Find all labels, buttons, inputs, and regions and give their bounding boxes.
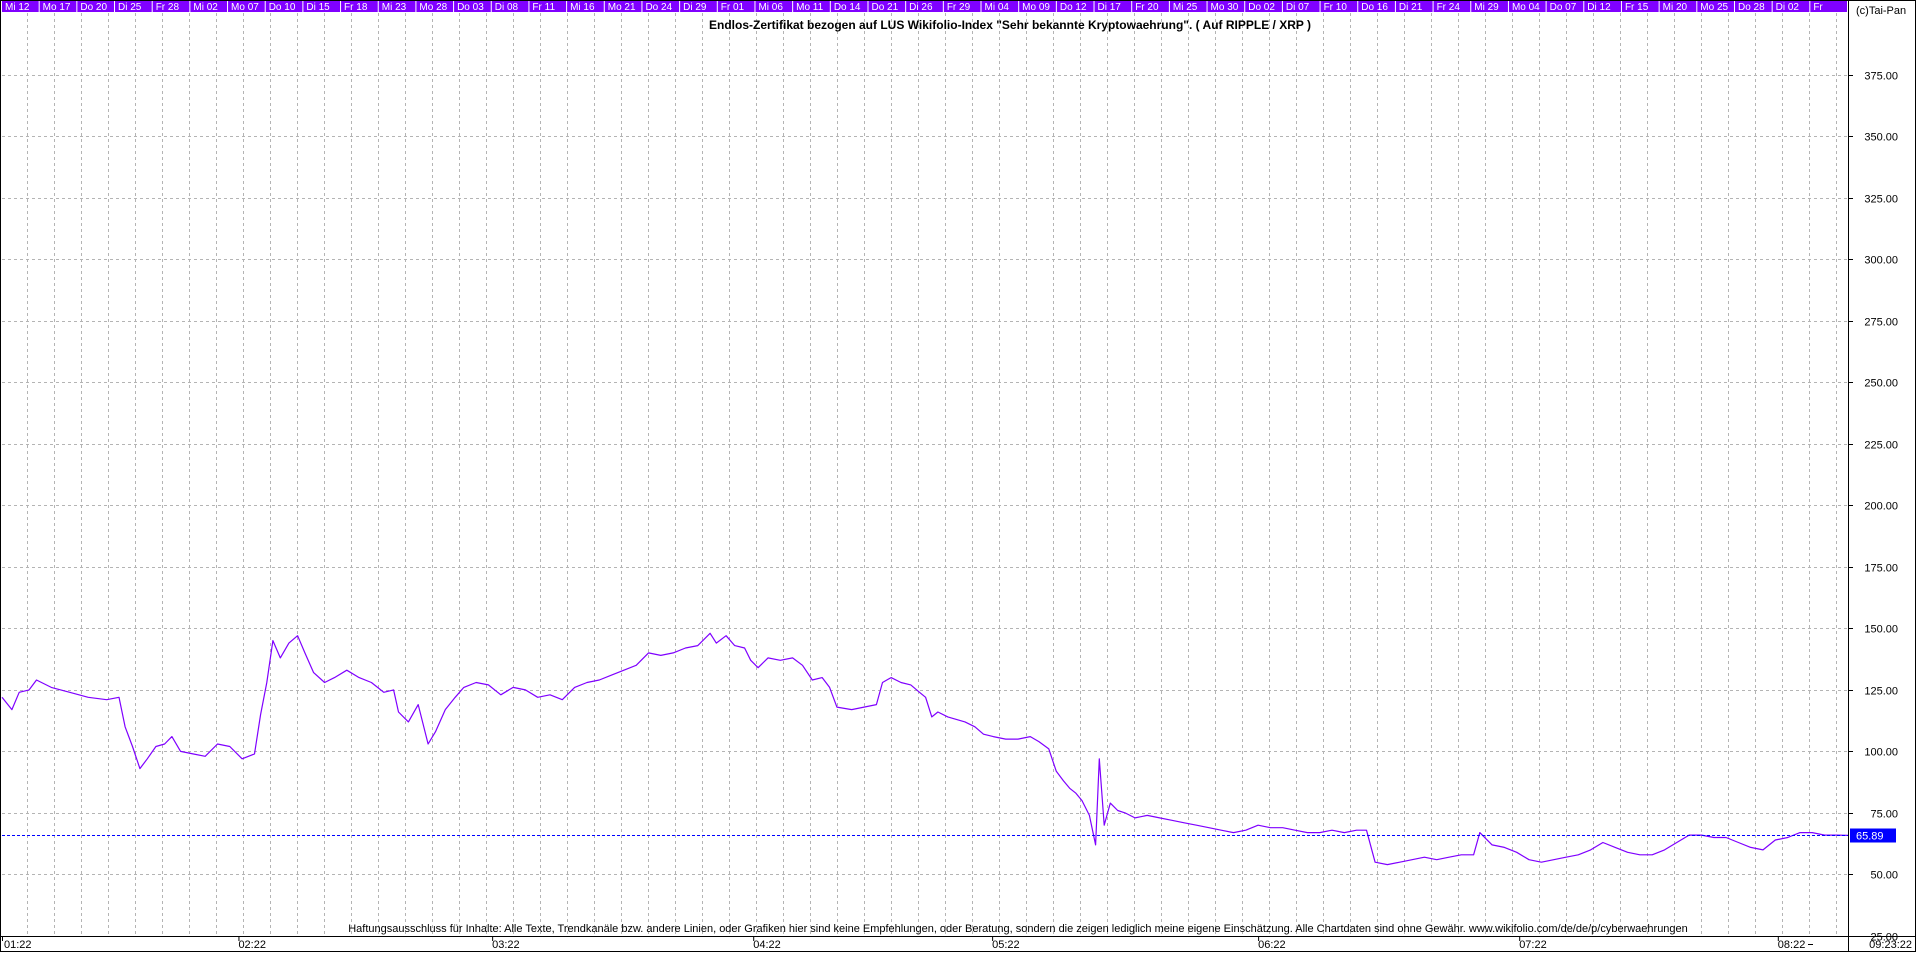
y-tick-label: 225.00 xyxy=(1864,440,1898,452)
chart-title: Endlos-Zertifikat bezogen auf LUS Wikifo… xyxy=(709,18,1311,32)
y-tick-label: 50.00 xyxy=(1870,870,1898,882)
x-tick-label: 03:22 xyxy=(492,939,520,951)
x-tick-label: 04:22 xyxy=(753,939,781,951)
date-strip-label: Fr 01 xyxy=(721,2,745,13)
y-tick-label: 325.00 xyxy=(1864,194,1898,206)
date-strip-label: Fr 18 xyxy=(344,2,368,13)
x-tick-label: 02:22 xyxy=(238,939,266,951)
disclaimer-text: Haftungsausschluss für Inhalte: Alle Tex… xyxy=(348,923,1688,935)
date-strip-label: Mi 12 xyxy=(5,2,30,13)
date-strip-label: Mo 17 xyxy=(43,2,71,13)
date-strip-label: Fr 24 xyxy=(1437,2,1461,13)
y-tick-label: 150.00 xyxy=(1864,624,1898,636)
x-tick-label: 01:22 xyxy=(4,939,32,951)
date-strip-label: Di 25 xyxy=(118,2,142,13)
x-tick-label: 06:22 xyxy=(1258,939,1286,951)
date-strip-label: Mi 25 xyxy=(1173,2,1198,13)
date-strip-label: Fr 10 xyxy=(1324,2,1348,13)
date-strip-label: Di 12 xyxy=(1587,2,1611,13)
top-date-strip: Mi 12 Mo 17 Do 20 Di 25 Fr 28 Mi 02 Mo 07 Do 10… xyxy=(2,1,1847,13)
date-strip-label: Mo 21 xyxy=(608,2,636,13)
date-strip-label: Do 10 xyxy=(269,2,296,13)
y-tick-label: 100.00 xyxy=(1864,747,1898,759)
date-strip-label: Mo 09 xyxy=(1022,2,1050,13)
date-strip-label: Mi 04 xyxy=(985,2,1010,13)
date-strip-label: Mi 23 xyxy=(382,2,407,13)
date-strip-label: Di 29 xyxy=(683,2,707,13)
date-strip-label: Do 02 xyxy=(1248,2,1275,13)
time-label: 09:23:22 xyxy=(1869,939,1912,951)
date-strip-label: Mi 29 xyxy=(1474,2,1499,13)
x-tick-label: 05:22 xyxy=(992,939,1020,951)
date-strip-label: Mo 30 xyxy=(1211,2,1239,13)
copyright-label: (c)Tai-Pan xyxy=(1856,5,1906,17)
date-strip-label: Mo 04 xyxy=(1512,2,1540,13)
date-strip-label: Fr 29 xyxy=(947,2,971,13)
date-strip-label: Do 07 xyxy=(1550,2,1577,13)
date-strip-label: Di 07 xyxy=(1286,2,1310,13)
y-tick-label: 350.00 xyxy=(1864,132,1898,144)
x-tick-label: 08:22 xyxy=(1778,939,1806,951)
date-strip-label: Di 21 xyxy=(1399,2,1423,13)
date-strip-label: Do 14 xyxy=(834,2,861,13)
date-strip-label: Mi 20 xyxy=(1663,2,1688,13)
x-tick-label: 07:22 xyxy=(1519,939,1547,951)
date-strip-label: Di 08 xyxy=(495,2,519,13)
date-strip-label: Fr 28 xyxy=(156,2,180,13)
y-tick-label: 250.00 xyxy=(1864,378,1898,390)
date-strip-label: Mi 06 xyxy=(758,2,783,13)
y-tick-label: 300.00 xyxy=(1864,255,1898,267)
date-strip-label: Di 17 xyxy=(1098,2,1122,13)
date-strip-label: Do 28 xyxy=(1738,2,1765,13)
y-tick-label: 200.00 xyxy=(1864,501,1898,513)
date-strip-label: Do 21 xyxy=(871,2,898,13)
date-strip-label: Fr 20 xyxy=(1135,2,1159,13)
date-strip-label: Do 03 xyxy=(457,2,484,13)
date-strip-label: Fr 15 xyxy=(1625,2,1649,13)
date-strip-label: Fr xyxy=(1813,2,1823,13)
y-tick-label: 375.00 xyxy=(1864,71,1898,83)
last-value-label: 65.89 xyxy=(1856,831,1884,843)
date-strip-label: Mi 16 xyxy=(570,2,595,13)
y-tick-label: 125.00 xyxy=(1864,686,1898,698)
date-strip-label: Do 12 xyxy=(1060,2,1087,13)
date-strip-label: Mo 07 xyxy=(231,2,259,13)
date-strip-label: Do 24 xyxy=(645,2,672,13)
y-tick-label: 175.00 xyxy=(1864,563,1898,575)
date-strip-label: Di 15 xyxy=(306,2,330,13)
date-strip-label: Di 02 xyxy=(1776,2,1800,13)
price-chart: Mi 12 Mo 17 Do 20 Di 25 Fr 28 Mi 02 Mo 07 Do 10… xyxy=(0,0,1916,952)
date-strip-label: Do 20 xyxy=(80,2,107,13)
y-tick-label: 75.00 xyxy=(1870,809,1898,821)
date-strip-label: Mi 02 xyxy=(193,2,218,13)
y-tick-label: 275.00 xyxy=(1864,317,1898,329)
chart-container: Mi 12 Mo 17 Do 20 Di 25 Fr 28 Mi 02 Mo 07 Do 10… xyxy=(0,0,1916,952)
date-strip-label: Mo 11 xyxy=(796,2,823,13)
date-strip-label: Mo 28 xyxy=(419,2,447,13)
date-strip-label: Di 26 xyxy=(909,2,933,13)
date-strip-label: Mo 25 xyxy=(1700,2,1728,13)
date-strip-label: Fr 11 xyxy=(532,2,555,13)
date-strip-label: Do 16 xyxy=(1361,2,1388,13)
